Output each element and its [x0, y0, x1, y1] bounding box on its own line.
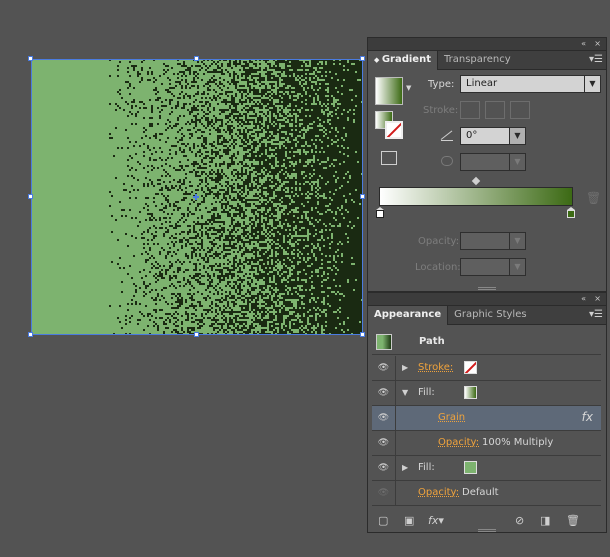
stroke-gradient-across-icon[interactable]	[510, 101, 530, 119]
aspect-ratio-icon	[441, 156, 453, 166]
location-input[interactable]: ▼	[460, 258, 526, 276]
panel-title-bar[interactable]: « ×	[368, 38, 606, 51]
stroke-row[interactable]: 👁 ▶ Stroke:	[372, 356, 601, 381]
stroke-gradient-along-icon[interactable]	[485, 101, 505, 119]
fill-label[interactable]: Fill:	[418, 387, 435, 398]
collapse-icon[interactable]: «	[581, 293, 586, 305]
add-effect-icon[interactable]: fx▾	[428, 514, 444, 527]
grain-effect-link[interactable]: Grain	[438, 412, 465, 423]
stroke-none-swatch[interactable]	[464, 361, 477, 374]
solid-fill-swatch[interactable]	[464, 461, 477, 474]
stroke-gradient-within-icon[interactable]	[460, 101, 480, 119]
chevron-down-icon: ▼	[509, 154, 525, 170]
panel-title-bar[interactable]: « ×	[368, 293, 606, 306]
handle-bottom-middle[interactable]	[194, 332, 199, 337]
expand-triangle-icon[interactable]: ▶	[402, 363, 408, 372]
panel-menu-icon[interactable]: ▾☰	[589, 309, 603, 321]
add-stroke-icon[interactable]: ▢	[378, 514, 388, 527]
eye-icon[interactable]: 👁	[372, 356, 396, 380]
gradient-ramp[interactable]	[379, 187, 573, 206]
handle-middle-left[interactable]	[28, 194, 33, 199]
grain-effect-row[interactable]: 👁 Grain fx	[372, 406, 601, 431]
handle-bottom-right[interactable]	[360, 332, 365, 337]
chevron-down-icon: ▼	[584, 76, 600, 92]
gradient-tabs: ◆ Gradient Transparency ▾☰	[368, 51, 606, 70]
chevron-down-icon: ▼	[509, 233, 525, 249]
eye-icon[interactable]: 👁	[372, 481, 396, 505]
midpoint-diamond-icon[interactable]	[471, 176, 481, 186]
fx-icon[interactable]: fx	[582, 410, 593, 424]
opacity-link[interactable]: Opacity:	[438, 437, 479, 448]
close-icon[interactable]: ×	[594, 38, 601, 50]
handle-middle-right[interactable]	[360, 194, 365, 199]
opacity-value: Default	[462, 487, 499, 498]
type-select[interactable]: Linear ▼	[460, 75, 601, 93]
opacity-label: Opacity:	[418, 236, 460, 247]
resize-grip-icon[interactable]	[478, 529, 496, 532]
collapse-icon[interactable]: «	[581, 38, 586, 50]
tab-transparency[interactable]: Transparency	[438, 51, 517, 70]
handle-top-middle[interactable]	[194, 56, 199, 61]
tab-graphic-styles[interactable]: Graphic Styles	[448, 306, 532, 325]
fill-gradient-row[interactable]: 👁 ▼ Fill:	[372, 381, 601, 406]
path-header-row: Path	[372, 330, 601, 355]
location-label: Location:	[415, 262, 461, 273]
tab-arrows-icon: ◆	[374, 56, 382, 64]
appearance-panel: « × Appearance Graphic Styles ▾☰ Path 👁 …	[367, 292, 607, 533]
stroke-label[interactable]: Stroke:	[418, 362, 453, 373]
stroke-none-indicator[interactable]	[385, 121, 403, 139]
fill-opacity-row[interactable]: 👁 Opacity: 100% Multiply	[372, 431, 601, 456]
eye-icon[interactable]: 👁	[372, 456, 396, 480]
type-label: Type:	[428, 79, 455, 90]
eye-icon[interactable]: 👁	[372, 431, 396, 455]
path-thumbnail	[376, 334, 392, 350]
eye-icon[interactable]: 👁	[372, 406, 396, 430]
gradient-panel: « × ◆ Gradient Transparency ▾☰ ▼ Type: L…	[367, 37, 607, 292]
add-fill-icon[interactable]: ▣	[404, 514, 414, 527]
aspect-ratio-input[interactable]: ▼	[460, 153, 526, 171]
eye-icon[interactable]: 👁	[372, 381, 396, 405]
handle-top-right[interactable]	[360, 56, 365, 61]
tab-appearance[interactable]: Appearance	[368, 306, 449, 325]
gradient-stop-start[interactable]	[376, 207, 384, 218]
opacity-input[interactable]: ▼	[460, 232, 526, 250]
gradient-fill-swatch[interactable]	[464, 386, 477, 399]
stroke-label: Stroke:	[423, 105, 459, 116]
tab-gradient[interactable]: ◆ Gradient	[368, 51, 438, 70]
angle-input[interactable]: 0° ▼	[460, 127, 526, 145]
object-opacity-row[interactable]: 👁 Opacity: Default	[372, 481, 601, 506]
reverse-gradient-icon[interactable]	[381, 151, 397, 165]
close-icon[interactable]: ×	[594, 293, 601, 305]
fill-solid-row[interactable]: 👁 ▶ Fill:	[372, 456, 601, 481]
appearance-tabs: Appearance Graphic Styles ▾☰	[368, 306, 606, 325]
delete-item-icon[interactable]: 🗑	[566, 514, 580, 527]
panel-menu-icon[interactable]: ▾☰	[589, 54, 603, 66]
chevron-down-icon: ▼	[509, 128, 525, 144]
duplicate-item-icon[interactable]: ◨	[540, 514, 550, 527]
delete-stop-icon[interactable]: 🗑	[586, 191, 601, 205]
path-label: Path	[419, 336, 445, 347]
collapse-triangle-icon[interactable]: ▼	[402, 388, 408, 397]
opacity-value: 100% Multiply	[482, 437, 554, 448]
handle-top-left[interactable]	[28, 56, 33, 61]
gradient-swatch[interactable]	[375, 77, 403, 105]
opacity-link[interactable]: Opacity:	[418, 487, 459, 498]
resize-grip-icon[interactable]	[478, 287, 496, 290]
chevron-down-icon: ▼	[509, 259, 525, 275]
angle-icon	[440, 130, 453, 141]
swatch-dropdown-icon[interactable]: ▼	[406, 84, 411, 92]
expand-triangle-icon[interactable]: ▶	[402, 463, 408, 472]
gradient-stop-end[interactable]	[567, 207, 575, 218]
fill-label[interactable]: Fill:	[418, 462, 435, 473]
clear-appearance-icon[interactable]: ⊘	[515, 514, 524, 527]
handle-bottom-left[interactable]	[28, 332, 33, 337]
center-point	[193, 194, 199, 200]
